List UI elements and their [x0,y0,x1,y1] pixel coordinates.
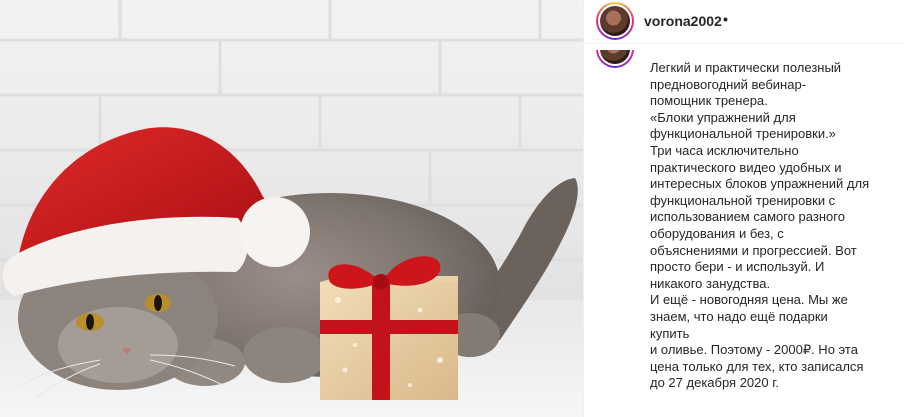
post-side-panel: vorona2002 • Легкий и практически полезн… [583,0,904,417]
caption-text: Легкий и практически полезный преднового… [650,60,870,391]
separator-dot: • [723,11,728,27]
post-caption: Легкий и практически полезный преднового… [584,50,904,417]
username-link[interactable]: vorona2002 [644,13,722,29]
caption-avatar[interactable] [596,50,634,68]
cat-in-santa-hat-image [0,0,583,417]
post-header: vorona2002 • [584,0,904,44]
instagram-post: vorona2002 • Легкий и практически полезн… [0,0,904,417]
user-avatar[interactable] [596,2,634,40]
post-photo[interactable] [0,0,583,417]
